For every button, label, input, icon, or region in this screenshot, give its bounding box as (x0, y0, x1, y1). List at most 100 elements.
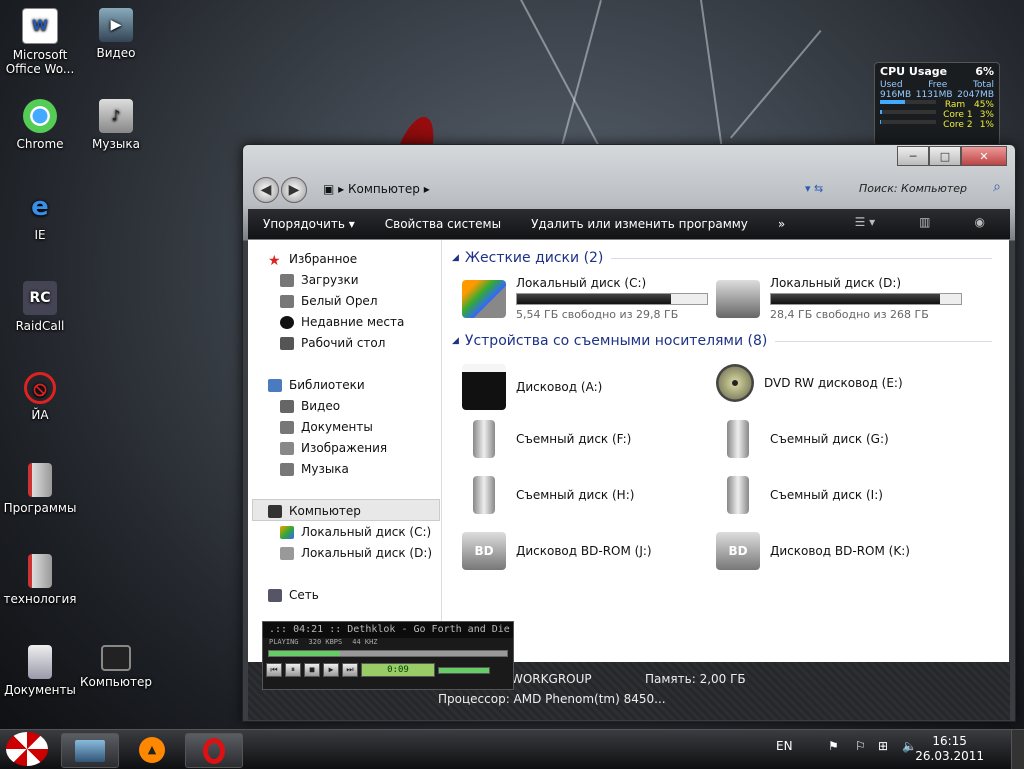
search-icon[interactable]: ⌕ (993, 179, 1001, 195)
drive-a[interactable]: Дисковод (A:) (462, 364, 602, 410)
desktop-icon-technology[interactable]: технология (0, 554, 80, 606)
forward-button[interactable]: ▶ (281, 177, 307, 203)
content-pane: ◢ Жесткие диски (2) Локальный диск (C:) … (442, 240, 1009, 662)
preview-pane-icon[interactable]: ▥ (904, 215, 945, 229)
desktop-icon-word[interactable]: W Microsoft Office Wo... (0, 8, 80, 76)
drive-f[interactable]: Съемный диск (F:) (462, 420, 631, 458)
back-button[interactable]: ◀ (253, 177, 279, 203)
nav-item-downloads[interactable]: Загрузки (280, 273, 359, 287)
desktop-icon-computer[interactable]: Компьютер (76, 645, 156, 689)
minimize-button[interactable]: ─ (897, 146, 929, 166)
desktop-icon-label: Компьютер (80, 675, 152, 689)
nav-item-libraries[interactable]: Библиотеки (268, 378, 365, 392)
play-button[interactable]: ▶ (323, 663, 339, 677)
desktop-icon-chrome[interactable]: Chrome (0, 99, 80, 151)
nav-item-computer[interactable]: Компьютер (268, 504, 361, 518)
taskbar-opera-button[interactable] (185, 733, 243, 768)
nav-item-disk-c[interactable]: Локальный диск (C:) (280, 525, 431, 539)
stop-button[interactable]: ■ (304, 663, 320, 677)
desktop-icon-documents[interactable]: Документы (0, 645, 80, 697)
more-commands-button[interactable]: » (763, 217, 800, 231)
organize-button[interactable]: Упорядочить ▾ (248, 217, 370, 231)
core1-bar (880, 110, 936, 114)
close-button[interactable]: ✕ (961, 146, 1007, 166)
seek-bar[interactable] (268, 650, 508, 657)
show-desktop-button[interactable] (1011, 730, 1024, 769)
desktop-icon-label: Chrome (16, 137, 64, 151)
network-tray-icon[interactable]: ⊞ (878, 739, 888, 753)
mem-total: 2047MB (957, 90, 994, 100)
drive-d[interactable]: Локальный диск (D:) 28,4 ГБ свободно из … (716, 276, 962, 321)
clock-time: 16:15 (932, 734, 967, 748)
nav-item-favorites[interactable]: ★ Избранное (268, 252, 357, 269)
time-display: 0:09 (361, 663, 435, 677)
computer-icon (268, 504, 282, 518)
taskbar-explorer-button[interactable] (61, 733, 119, 768)
help-icon[interactable]: ◉ (960, 215, 1000, 229)
nav-item-disk-d[interactable]: Локальный диск (D:) (280, 546, 432, 560)
workgroup-text: WORKGROUP (511, 672, 592, 686)
nav-item-documents[interactable]: Документы (280, 420, 373, 434)
desktop-icon (280, 336, 294, 350)
drive-j[interactable]: BD Дисковод BD-ROM (J:) (462, 532, 652, 570)
system-properties-button[interactable]: Свойства системы (370, 217, 516, 231)
flag-icon[interactable]: ⚐ (855, 739, 866, 753)
desktop-icon-label: ЙА (31, 408, 49, 422)
nav-item-network[interactable]: Сеть (268, 588, 319, 602)
desktop-icon-raidcall[interactable]: RC RaidCall (0, 281, 80, 333)
drive-free-space: 28,4 ГБ свободно из 268 ГБ (770, 308, 929, 321)
removable-icon (727, 476, 749, 514)
maximize-button[interactable]: □ (929, 146, 961, 166)
desktop-icon-label: Музыка (92, 137, 140, 151)
bdrom-icon: BD (716, 532, 760, 570)
gadget-row-core1: Core 1 3% (875, 110, 999, 120)
uninstall-program-button[interactable]: Удалить или изменить программу (516, 217, 763, 231)
play-status: PLAYING (269, 638, 299, 646)
aimp-icon: ▲ (139, 736, 165, 763)
desktop-icon-music[interactable]: ♪ Музыка (76, 99, 156, 151)
winamp-player[interactable]: .:: 04:21 :: Dethklok - Go Forth and Die… (262, 621, 514, 690)
nav-item-images[interactable]: Изображения (280, 441, 387, 455)
prev-button[interactable]: ⏮ (266, 663, 282, 677)
desktop-icon-programs[interactable]: Программы (0, 463, 80, 515)
address-bar[interactable]: ▣ ▸ Компьютер ▸ (323, 182, 430, 196)
start-button[interactable] (6, 732, 48, 766)
cpu-usage-gadget[interactable]: CPU Usage 6% Used Free Total 916MB 1131M… (874, 62, 1000, 146)
drive-e[interactable]: DVD RW дисковод (E:) (716, 364, 903, 402)
drive-free-space: 5,54 ГБ свободно из 29,8 ГБ (516, 308, 679, 321)
folder-icon (28, 554, 52, 588)
group-header-hard-disks[interactable]: ◢ Жесткие диски (2) (452, 250, 992, 266)
refresh-icon[interactable]: ▾ ⇆ (805, 182, 823, 195)
drive-name: Локальный диск (D:) (770, 276, 902, 290)
cpu-percent: 6% (975, 65, 994, 78)
desktop-icon-ie[interactable]: e IE (0, 190, 80, 242)
nav-item-belyi-orel[interactable]: Белый Орел (280, 294, 378, 308)
action-center-flag-icon[interactable]: ⚑ (828, 739, 839, 753)
mem-used: 916MB (880, 90, 912, 100)
collapse-arrow-icon: ◢ (452, 336, 459, 346)
drive-g[interactable]: Съемный диск (G:) (716, 420, 889, 458)
change-view-icon[interactable]: ☰ ▾ (840, 215, 891, 229)
desktop-icon-label: Программы (3, 501, 77, 515)
language-indicator[interactable]: EN (776, 739, 793, 753)
nav-item-music[interactable]: Музыка (280, 462, 349, 476)
clock[interactable]: 16:15 26.03.2011 (915, 734, 984, 764)
drive-h[interactable]: Съемный диск (H:) (462, 476, 634, 514)
desktop-icon-ia[interactable]: ⦸ ЙА (0, 372, 80, 422)
libraries-icon (268, 378, 282, 392)
clock-date: 26.03.2011 (915, 749, 984, 763)
drive-c[interactable]: Локальный диск (C:) 5,54 ГБ свободно из … (462, 276, 708, 321)
drive-i[interactable]: Съемный диск (I:) (716, 476, 883, 514)
memory-text: Память: 2,00 ГБ (645, 672, 746, 686)
desktop-icon-video[interactable]: ▶ Видео (76, 8, 156, 60)
next-button[interactable]: ⏭ (342, 663, 358, 677)
search-input[interactable]: Поиск: Компьютер (859, 182, 967, 195)
pause-button[interactable]: ⏸ (285, 663, 301, 677)
drive-k[interactable]: BD Дисковод BD-ROM (K:) (716, 532, 910, 570)
nav-item-video[interactable]: Видео (280, 399, 340, 413)
nav-item-recent[interactable]: Недавние места (280, 315, 404, 329)
taskbar-aimp-button[interactable]: ▲ (124, 733, 180, 766)
volume-slider[interactable] (438, 666, 490, 674)
group-header-removable[interactable]: ◢ Устройства со съемными носителями (8) (452, 333, 992, 349)
nav-item-desktop[interactable]: Рабочий стол (280, 336, 385, 350)
